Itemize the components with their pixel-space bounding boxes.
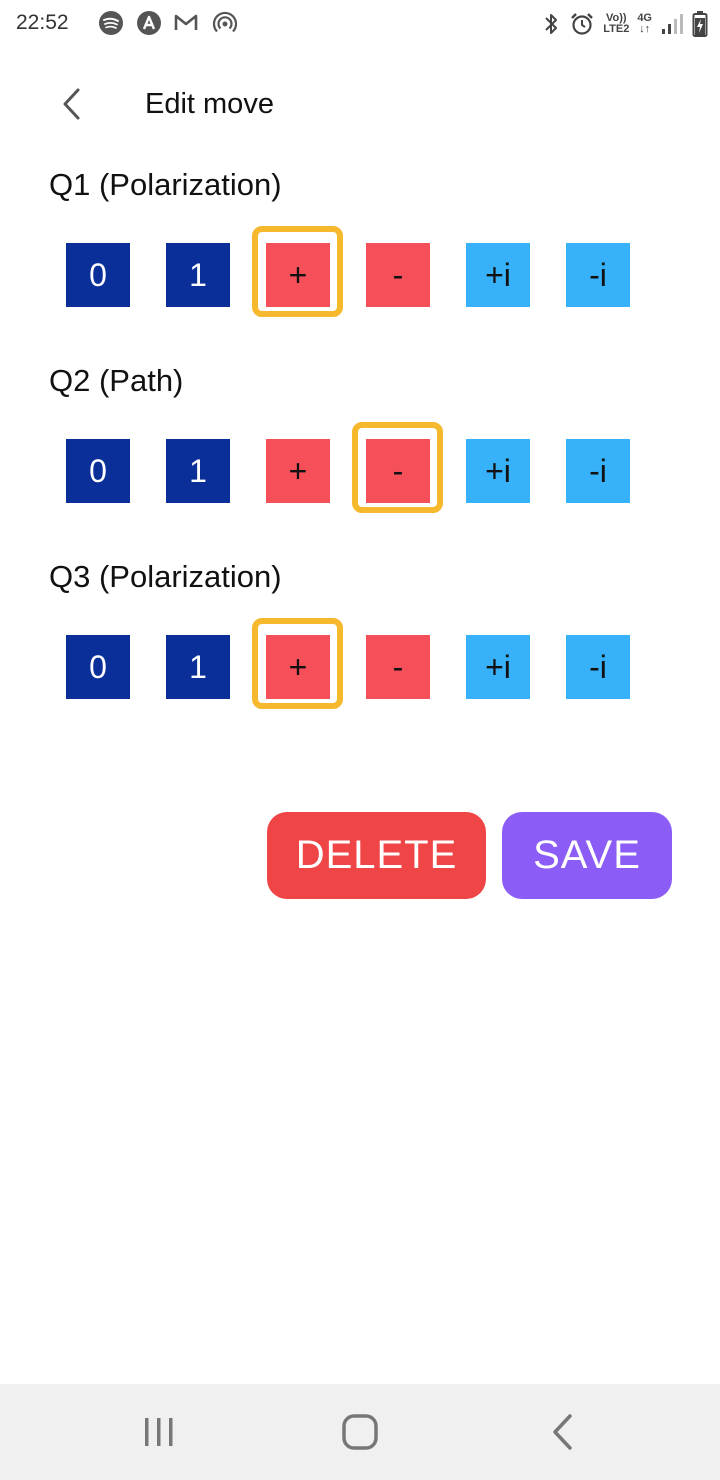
q2-state-1-button[interactable]: 1 [166,439,230,503]
q2-state-minus-i-button[interactable]: -i [566,439,630,503]
system-nav-bar [0,1384,720,1480]
hotspot-icon [212,11,238,33]
q2-state-0-button[interactable]: 0 [66,439,130,503]
qubit-1-state-row: 0 1 + - +i -i [0,225,720,325]
back-icon [553,1414,572,1450]
q2-state-plus-i-button[interactable]: +i [466,439,530,503]
recent-apps-button[interactable] [137,1410,181,1454]
back-button[interactable] [52,82,92,126]
q1-state-1-button[interactable]: 1 [166,243,230,307]
bluetooth-icon [545,14,558,34]
recent-apps-icon [145,1418,173,1446]
signal-icon [662,14,683,34]
qubit-3-label: Q3 (Polarization) [49,559,282,594]
volte-indicator: Vo)) LTE2 [603,13,629,35]
q1-state-plus-button[interactable]: + [266,243,330,307]
q3-state-0-button[interactable]: 0 [66,635,130,699]
network-indicator: 4G ↓↑ [637,13,652,35]
home-button[interactable] [338,1410,382,1454]
q2-state-plus-button[interactable]: + [266,439,330,503]
qubit-2-state-row: 0 1 + - +i -i [0,421,720,521]
qubit-1-label: Q1 (Polarization) [49,167,282,202]
q1-state-0-button[interactable]: 0 [66,243,130,307]
lte-label: LTE2 [603,23,630,35]
qubit-3-state-row: 0 1 + - +i -i [0,617,720,717]
q3-state-plus-button[interactable]: + [266,635,330,699]
spotify-icon [99,11,123,35]
data-arrows-icon: ↓↑ [639,23,651,35]
delete-button[interactable]: DELETE [267,812,486,899]
nav-back-button[interactable] [540,1410,584,1454]
alarm-icon [571,13,594,35]
q3-state-1-button[interactable]: 1 [166,635,230,699]
qubit-2-label: Q2 (Path) [49,363,184,398]
q1-state-plus-i-button[interactable]: +i [466,243,530,307]
chevron-left-icon [63,88,80,120]
save-button[interactable]: SAVE [502,812,672,899]
q1-state-minus-button[interactable]: - [366,243,430,307]
q3-state-plus-i-button[interactable]: +i [466,635,530,699]
q1-state-minus-i-button[interactable]: -i [566,243,630,307]
status-bar: 22:52 Vo)) LTE2 4G ↓↑ [0,0,720,50]
status-time: 22:52 [16,11,69,34]
gmail-icon [174,14,198,30]
home-icon [342,1414,378,1450]
arc-icon [137,11,161,35]
page-title: Edit move [145,88,274,120]
q2-state-minus-button[interactable]: - [366,439,430,503]
battery-charging-icon [692,11,708,37]
q3-state-minus-i-button[interactable]: -i [566,635,630,699]
q3-state-minus-button[interactable]: - [366,635,430,699]
